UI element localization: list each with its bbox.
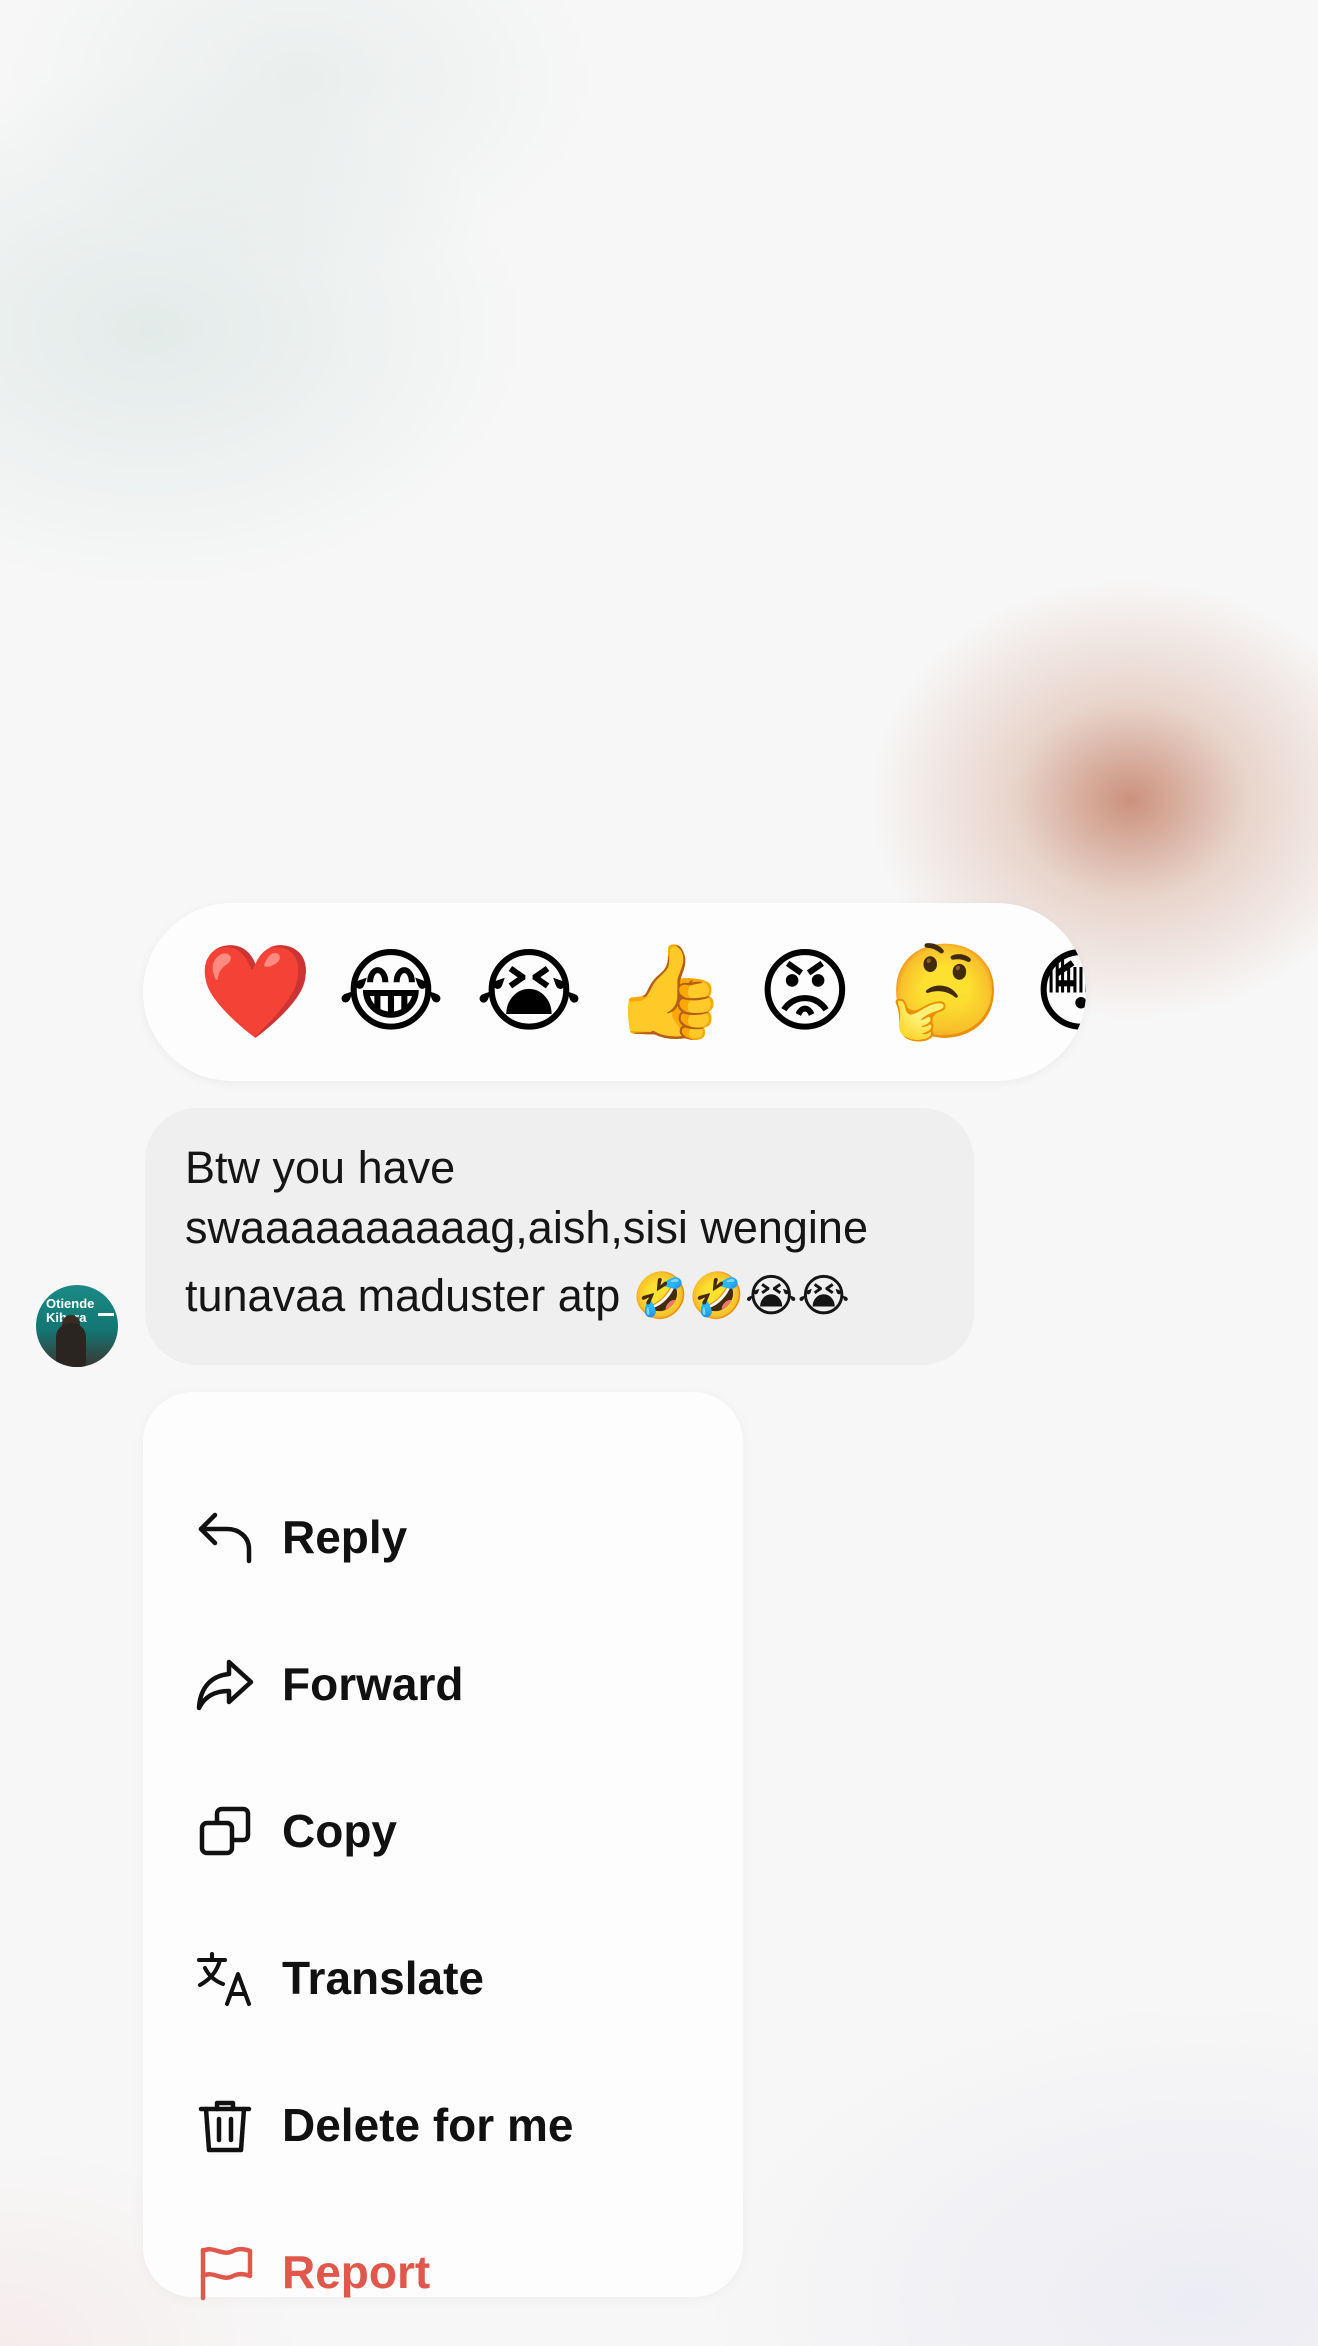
forward-icon xyxy=(195,1654,255,1714)
message-text-line: swaaaaaaaaaag,aish,sisi wengine xyxy=(185,1202,868,1253)
menu-item-forward[interactable]: Forward xyxy=(143,1624,743,1744)
menu-item-label: Delete for me xyxy=(282,2099,574,2151)
menu-item-label: Reply xyxy=(282,1511,408,1563)
menu-item-report[interactable]: Report xyxy=(143,2212,743,2332)
copy-icon xyxy=(195,1801,255,1861)
avatar-sign-line: Otiende xyxy=(46,1296,95,1311)
reply-icon xyxy=(195,1507,255,1567)
reaction-thinking-face[interactable]: 🤔 xyxy=(888,937,1003,1047)
menu-item-reply[interactable]: Reply xyxy=(143,1477,743,1597)
translate-icon xyxy=(195,1948,255,2008)
menu-item-label: Translate xyxy=(282,1952,484,2004)
avatar-sign-arrow xyxy=(98,1313,114,1316)
reaction-thumbs-up[interactable]: 👍 xyxy=(612,937,727,1047)
context-menu: Reply Forward Copy Translate Delete for … xyxy=(143,1392,743,2301)
trash-icon xyxy=(195,2095,255,2155)
menu-item-translate[interactable]: Translate xyxy=(143,1918,743,2038)
avatar-person xyxy=(56,1323,86,1367)
menu-item-delete-for-me[interactable]: Delete for me xyxy=(143,2065,743,2185)
message-text-line: tunavaa maduster atp 🤣🤣😭😭 xyxy=(185,1270,851,1321)
menu-item-label: Copy xyxy=(282,1805,397,1857)
reaction-picker: ❤️ 😂 😭 👍 😡 🤔 😳 xyxy=(143,903,1086,1081)
reaction-heart[interactable]: ❤️ xyxy=(198,937,313,1047)
flag-icon xyxy=(195,2242,255,2302)
reaction-angry-face[interactable]: 😡 xyxy=(750,937,860,1047)
reaction-loudly-crying[interactable]: 😭 xyxy=(474,937,584,1047)
message-bubble[interactable]: Btw you have swaaaaaaaaaag,aish,sisi wen… xyxy=(145,1108,974,1365)
menu-item-label: Forward xyxy=(282,1658,464,1710)
menu-item-label: Report xyxy=(282,2246,431,2298)
message-text-line: Btw you have xyxy=(185,1142,456,1193)
avatar[interactable]: Otiende Kibera xyxy=(36,1285,118,1367)
reaction-tears-of-joy[interactable]: 😂 xyxy=(336,937,446,1047)
reaction-flushed-face[interactable]: 😳 xyxy=(1026,937,1086,1047)
menu-item-copy[interactable]: Copy xyxy=(143,1771,743,1891)
